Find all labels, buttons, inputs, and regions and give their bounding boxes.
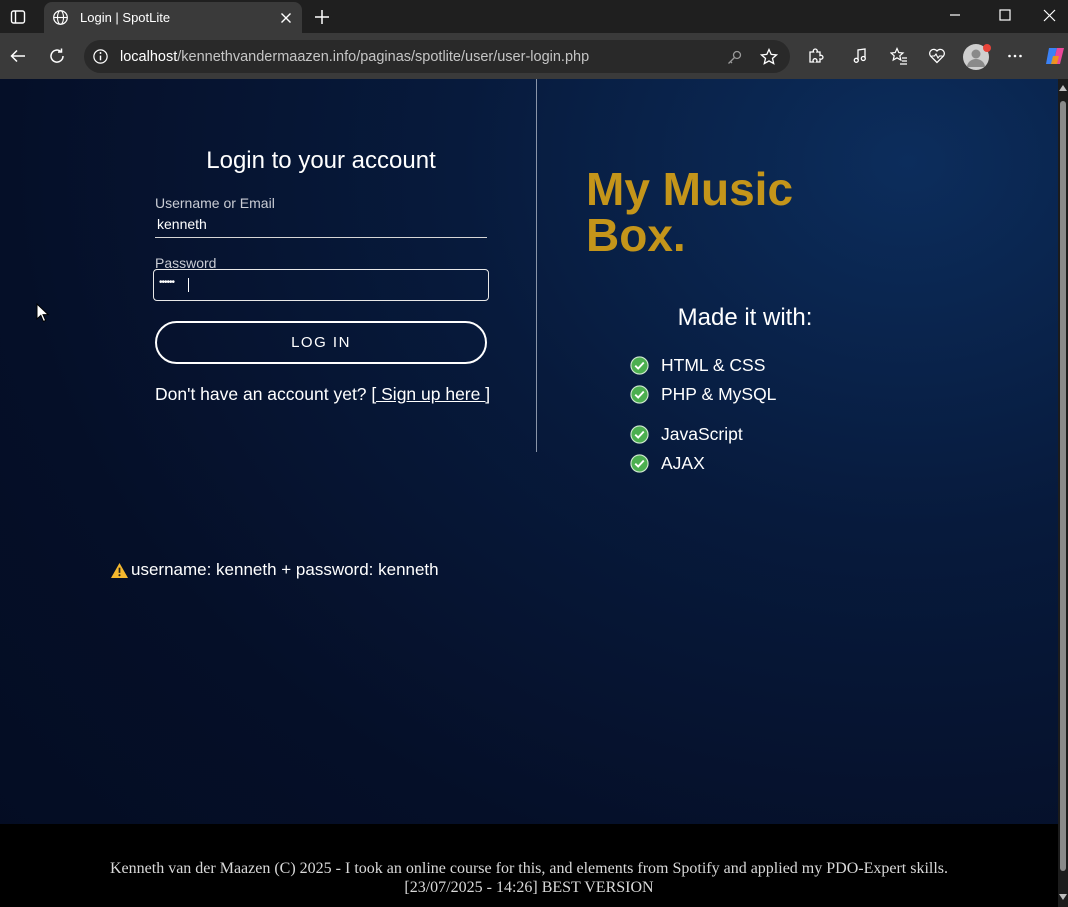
puzzle-icon	[809, 48, 824, 63]
favorite-button[interactable]	[759, 47, 779, 67]
scroll-down-arrow[interactable]	[1058, 891, 1068, 903]
brand-title-line1: My Music	[586, 163, 794, 215]
tech-item-label: AJAX	[661, 453, 705, 473]
section-divider	[536, 79, 537, 452]
brand-title: My Music Box.	[586, 166, 793, 258]
close-icon	[281, 13, 291, 23]
profile-notification-dot	[983, 44, 991, 52]
tech-item: PHP & MySQL	[630, 384, 776, 405]
address-bar[interactable]: localhost/kennethvandermaazen.info/pagin…	[84, 40, 790, 73]
favorites-list-icon	[890, 47, 907, 65]
scroll-up-arrow[interactable]	[1058, 82, 1068, 94]
extensions-button[interactable]	[804, 44, 828, 68]
reload-button[interactable]	[45, 44, 69, 68]
brand-title-line2: Box.	[586, 209, 686, 261]
signup-prompt: Don't have an account yet? [ Sign up her…	[155, 384, 490, 405]
tech-item-label: JavaScript	[661, 424, 743, 444]
tab-close-button[interactable]	[276, 8, 296, 28]
login-section: Login to your account Username or Email …	[0, 79, 536, 451]
music-note-icon	[853, 48, 866, 63]
more-icon	[1008, 54, 1022, 58]
tech-item: JavaScript	[630, 424, 743, 445]
minimize-icon	[950, 14, 960, 16]
browser-tab-active[interactable]: Login | SpotLite	[44, 2, 302, 33]
check-icon	[630, 385, 649, 404]
made-with-title: Made it with:	[677, 304, 813, 331]
info-icon[interactable]	[92, 48, 109, 65]
browser-tab-bar: Login | SpotLite	[0, 0, 1068, 33]
caret-up-icon	[1059, 85, 1067, 91]
window-close-button[interactable]	[1030, 0, 1068, 30]
page-content: Login to your account Username or Email …	[0, 79, 1068, 907]
tab-title: Login | SpotLite	[80, 10, 171, 25]
warning-icon	[111, 562, 128, 578]
heart-pulse-icon	[929, 48, 945, 64]
url-text[interactable]: localhost/kennethvandermaazen.info/pagin…	[120, 49, 589, 65]
plus-icon	[315, 10, 329, 24]
password-mask: ••••••	[159, 277, 175, 288]
login-title: Login to your account	[206, 147, 436, 174]
check-icon	[630, 454, 649, 473]
text-caret	[188, 278, 189, 292]
tech-item-label: HTML & CSS	[661, 355, 766, 375]
browser-essentials-button[interactable]	[925, 44, 949, 68]
signup-prompt-text: Don't have an account yet?	[155, 384, 372, 404]
back-button[interactable]	[6, 44, 30, 68]
page-scrollbar[interactable]	[1058, 79, 1068, 907]
url-host: localhost	[120, 49, 178, 65]
page-footer: Kenneth van der Maazen (C) 2025 - I took…	[0, 824, 1058, 907]
password-key-button[interactable]	[724, 47, 744, 67]
login-button[interactable]: LOG IN	[155, 321, 487, 364]
url-path: /kennethvandermaazen.info/paginas/spotli…	[177, 49, 590, 65]
footer-version: [23/07/2025 - 14:26] BEST VERSION	[404, 879, 654, 896]
copilot-button[interactable]	[1042, 44, 1068, 68]
scrollbar-thumb[interactable]	[1060, 101, 1066, 871]
maximize-button[interactable]	[982, 0, 1028, 30]
footer-credits: Kenneth van der Maazen (C) 2025 - I took…	[109, 860, 949, 877]
copilot-icon	[1046, 48, 1064, 64]
reload-icon	[50, 48, 64, 63]
more-button[interactable]	[1003, 44, 1027, 68]
signup-link[interactable]: [ Sign up here ]	[371, 384, 490, 404]
mouse-cursor-icon	[36, 303, 50, 323]
media-button[interactable]	[848, 44, 872, 68]
username-underline	[155, 237, 487, 238]
new-tab-button[interactable]	[310, 5, 334, 29]
tab-actions-button[interactable]	[6, 6, 30, 28]
minimize-button[interactable]	[932, 0, 978, 30]
username-input[interactable]: kenneth	[157, 216, 207, 232]
tech-item-label: PHP & MySQL	[661, 384, 777, 404]
browser-toolbar: localhost/kennethvandermaazen.info/pagin…	[0, 33, 1068, 79]
favorites-button[interactable]	[887, 44, 911, 68]
tech-item: AJAX	[630, 453, 705, 474]
star-icon	[760, 48, 778, 65]
globe-icon	[53, 10, 68, 25]
close-icon	[1043, 9, 1055, 21]
check-icon	[630, 425, 649, 444]
tech-item: HTML & CSS	[630, 355, 765, 376]
caret-down-icon	[1059, 894, 1067, 900]
credentials-hint-text: username: kenneth + password: kenneth	[131, 560, 439, 579]
key-icon	[727, 50, 741, 64]
maximize-icon	[999, 9, 1011, 21]
credentials-hint: username: kenneth + password: kenneth	[110, 560, 439, 580]
tab-actions-icon	[10, 10, 26, 24]
check-icon	[630, 356, 649, 375]
username-label: Username or Email	[155, 195, 275, 211]
password-input[interactable]: ••••••	[153, 269, 489, 301]
arrow-left-icon	[10, 49, 25, 63]
